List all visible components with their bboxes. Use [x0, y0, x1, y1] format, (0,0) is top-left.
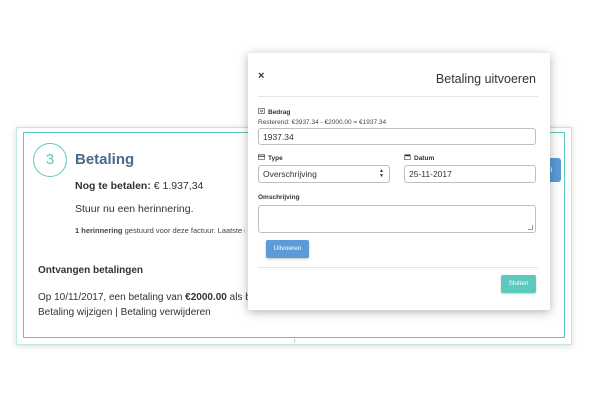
amount-due-row: Nog te betalen: € 1.937,34 [75, 180, 203, 192]
date-label: Datum [404, 154, 434, 162]
modal-header-divider [258, 96, 538, 97]
step-number-badge: 3 [33, 143, 67, 177]
execute-button[interactable]: Uitvoeren [266, 240, 309, 258]
calendar-icon [404, 154, 411, 162]
amount-due-value: € 1.937,34 [153, 180, 204, 192]
payment-modal: × Betaling uitvoeren Bedrag Resterend: €… [248, 53, 550, 310]
amount-input[interactable]: 1937.34 [258, 128, 536, 145]
send-reminder-link[interactable]: Stuur nu een herinnering. [75, 203, 194, 215]
reminder-note: 1 herinnering gestuurd voor deze factuur… [75, 226, 245, 235]
payment-entry: Op 10/11/2017, een betaling van €2000.00… [38, 292, 248, 303]
edit-payment-link[interactable]: Betaling wijzigen [38, 307, 113, 318]
payment-actions: Betaling wijzigen | Betaling verwijderen [38, 307, 248, 318]
reminder-count: 1 herinnering [75, 226, 123, 235]
credit-card-icon [257, 154, 266, 162]
type-select-value: Overschrijving [263, 169, 317, 179]
amount-input-value: 1937.34 [263, 131, 294, 142]
date-input[interactable]: 25-11-2017 [404, 165, 536, 183]
close-icon[interactable]: × [258, 70, 264, 82]
payment-section-title: Betaling [75, 151, 135, 168]
money-icon [257, 108, 266, 116]
modal-footer-divider [258, 267, 538, 268]
amount-hint: Resterend: €3937.34 - €2000.00 = €1937.3… [258, 119, 387, 126]
delete-payment-link[interactable]: Betaling verwijderen [121, 307, 211, 318]
divider-tick [294, 339, 295, 343]
type-label: Type [257, 154, 283, 162]
close-button[interactable]: Sluiten [501, 275, 536, 293]
resize-grip-icon[interactable] [528, 225, 533, 230]
type-select[interactable]: Overschrijving ▲ ▼ [258, 165, 390, 183]
reminder-note-text: gestuurd voor deze factuur. Laatste is 2 [122, 226, 245, 235]
modal-title: Betaling uitvoeren [435, 72, 536, 86]
date-input-value: 25-11-2017 [409, 169, 452, 179]
description-textarea[interactable] [258, 205, 536, 233]
received-payments-title: Ontvangen betalingen [38, 265, 144, 276]
amount-label-text: Bedrag [268, 108, 291, 116]
description-label: Omschrijving [258, 194, 300, 201]
amount-due-label: Nog te betalen: [75, 180, 151, 192]
payment-entry-prefix: Op 10/11/2017, een betaling van [38, 292, 186, 303]
select-arrows-icon: ▲ ▼ [379, 168, 384, 179]
payment-entry-suffix: als betaling [229, 292, 248, 303]
actions-separator: | [112, 307, 121, 318]
amount-label: Bedrag [257, 108, 291, 116]
payment-entry-amount: €2000.00 [185, 292, 227, 303]
date-label-text: Datum [414, 154, 435, 162]
description-label-text: Omschrijving [258, 194, 300, 201]
type-label-text: Type [268, 154, 283, 162]
